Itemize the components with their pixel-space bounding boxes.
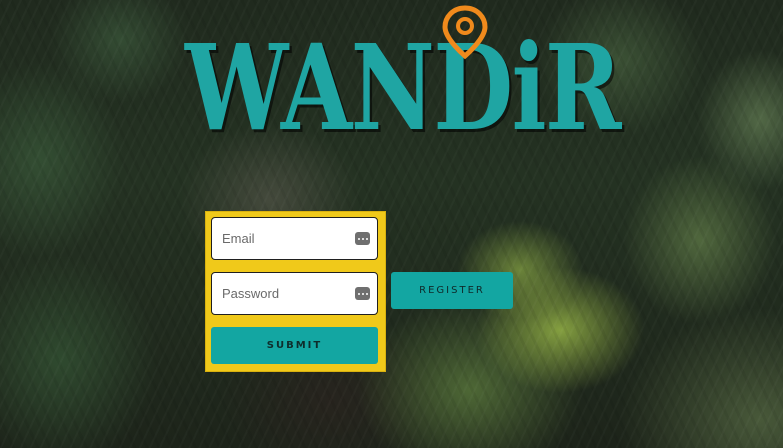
email-field[interactable]	[211, 217, 378, 260]
login-panel: SUBMIT	[205, 211, 386, 372]
password-manager-icon[interactable]	[355, 232, 370, 245]
password-manager-icon[interactable]	[355, 287, 370, 300]
wandir-logo: WANDiR	[185, 5, 621, 157]
login-page: WANDiR SUBMIT REGISTER	[0, 0, 783, 448]
location-pin-icon	[442, 5, 488, 60]
password-input[interactable]	[212, 273, 362, 314]
password-field[interactable]	[211, 272, 378, 315]
email-input[interactable]	[212, 218, 362, 259]
register-button[interactable]: REGISTER	[391, 272, 513, 309]
logo-text: WANDiR	[185, 18, 621, 157]
submit-button[interactable]: SUBMIT	[211, 327, 378, 364]
